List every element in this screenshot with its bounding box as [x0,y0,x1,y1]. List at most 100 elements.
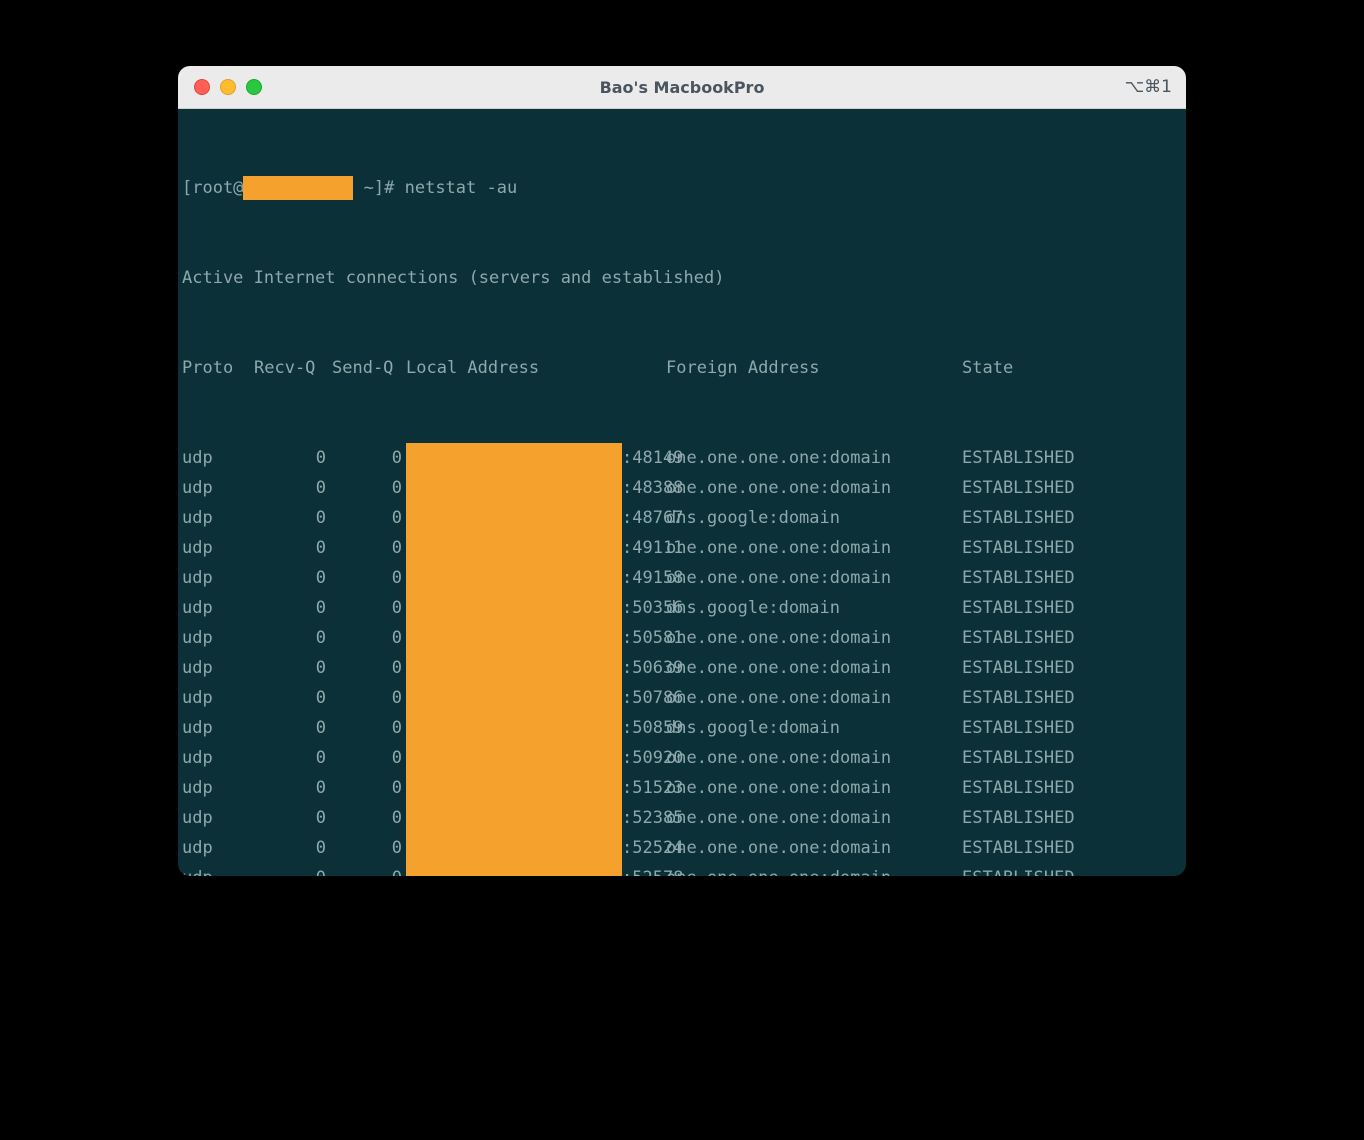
cell-recvq: 0 [254,443,332,473]
cell-port: :50920 [622,743,683,773]
redacted-local-address [406,473,622,503]
cell-sendq: 0 [332,713,406,743]
cell-sendq: 0 [332,743,406,773]
cell-recvq: 0 [254,863,332,876]
cell-local: :50920 [406,743,666,773]
cell-proto: udp [182,713,254,743]
cell-port: :50786 [622,683,683,713]
col-foreign-header: Foreign Address [666,353,962,383]
maximize-icon[interactable] [246,79,262,95]
cell-proto: udp [182,503,254,533]
table-row: udp00:52578one.one.one.one:domainESTABLI… [182,863,1182,876]
cell-state: ESTABLISHED [962,563,1122,593]
cell-sendq: 0 [332,563,406,593]
cell-local: :48388 [406,473,666,503]
cell-sendq: 0 [332,683,406,713]
table-row: udp00:50639one.one.one.one:domainESTABLI… [182,653,1182,683]
cell-port: :49158 [622,563,683,593]
cell-local: :50639 [406,653,666,683]
cell-foreign: dns.google:domain [666,593,962,623]
cell-proto: udp [182,653,254,683]
window-shortcut: ⌥⌘1 [1125,77,1172,97]
col-proto-header: Proto [182,353,254,383]
cell-state: ESTABLISHED [962,743,1122,773]
cell-foreign: one.one.one.one:domain [666,563,962,593]
cell-sendq: 0 [332,533,406,563]
cell-port: :50859 [622,713,683,743]
terminal-window: Bao's MacbookPro ⌥⌘1 [root@ ~]# netstat … [178,66,1186,876]
cell-local: :50356 [406,593,666,623]
table-row: udp00:52385one.one.one.one:domainESTABLI… [182,803,1182,833]
cell-state: ESTABLISHED [962,773,1122,803]
redacted-hostname [243,176,353,200]
redacted-local-address [406,863,622,876]
col-local-header: Local Address [406,353,666,383]
cell-foreign: dns.google:domain [666,713,962,743]
cell-sendq: 0 [332,803,406,833]
cell-recvq: 0 [254,473,332,503]
cell-recvq: 0 [254,743,332,773]
cell-foreign: one.one.one.one:domain [666,533,962,563]
cell-sendq: 0 [332,593,406,623]
cell-foreign: one.one.one.one:domain [666,773,962,803]
cell-port: :48767 [622,503,683,533]
col-sendq-header: Send-Q [332,353,406,383]
cell-sendq: 0 [332,653,406,683]
cell-foreign: one.one.one.one:domain [666,443,962,473]
cell-proto: udp [182,563,254,593]
column-header-line: ProtoRecv-QSend-QLocal AddressForeign Ad… [182,353,1182,383]
redacted-local-address [406,683,622,713]
cell-foreign: one.one.one.one:domain [666,803,962,833]
cell-state: ESTABLISHED [962,623,1122,653]
cell-state: ESTABLISHED [962,443,1122,473]
cell-local: :48767 [406,503,666,533]
cell-state: ESTABLISHED [962,683,1122,713]
prompt-suffix: ~]# [353,173,404,203]
cell-sendq: 0 [332,623,406,653]
table-row: udp00:52524one.one.one.one:domainESTABLI… [182,833,1182,863]
cell-local: :52524 [406,833,666,863]
cell-recvq: 0 [254,623,332,653]
prompt-line: [root@ ~]# netstat -au [182,173,1182,203]
table-row: udp00:50859dns.google:domainESTABLISHED [182,713,1182,743]
titlebar[interactable]: Bao's MacbookPro ⌥⌘1 [178,66,1186,109]
redacted-local-address [406,773,622,803]
cell-local: :50581 [406,623,666,653]
cell-port: :52578 [622,863,683,876]
terminal-body[interactable]: [root@ ~]# netstat -au Active Internet c… [178,109,1186,876]
close-icon[interactable] [194,79,210,95]
cell-local: :50786 [406,683,666,713]
cell-proto: udp [182,443,254,473]
redacted-local-address [406,593,622,623]
cell-state: ESTABLISHED [962,473,1122,503]
cell-state: ESTABLISHED [962,833,1122,863]
redacted-local-address [406,503,622,533]
cell-state: ESTABLISHED [962,803,1122,833]
cell-local: :52578 [406,863,666,876]
cell-proto: udp [182,593,254,623]
banner-line: Active Internet connections (servers and… [182,263,1182,293]
cell-foreign: one.one.one.one:domain [666,863,962,876]
cell-port: :49111 [622,533,683,563]
table-row: udp00:50356dns.google:domainESTABLISHED [182,593,1182,623]
table-row: udp00:50920one.one.one.one:domainESTABLI… [182,743,1182,773]
cell-proto: udp [182,683,254,713]
cell-sendq: 0 [332,473,406,503]
cell-foreign: one.one.one.one:domain [666,743,962,773]
cell-recvq: 0 [254,503,332,533]
table-row: udp00:50581one.one.one.one:domainESTABLI… [182,623,1182,653]
minimize-icon[interactable] [220,79,236,95]
table-row: udp00:49111one.one.one.one:domainESTABLI… [182,533,1182,563]
redacted-local-address [406,713,622,743]
cell-recvq: 0 [254,773,332,803]
cell-recvq: 0 [254,713,332,743]
cell-port: :50581 [622,623,683,653]
col-recvq-header: Recv-Q [254,353,332,383]
cell-port: :48149 [622,443,683,473]
cell-local: :49158 [406,563,666,593]
cell-proto: udp [182,773,254,803]
cell-state: ESTABLISHED [962,863,1122,876]
cell-proto: udp [182,473,254,503]
cell-recvq: 0 [254,653,332,683]
table-row: udp00:48767dns.google:domainESTABLISHED [182,503,1182,533]
